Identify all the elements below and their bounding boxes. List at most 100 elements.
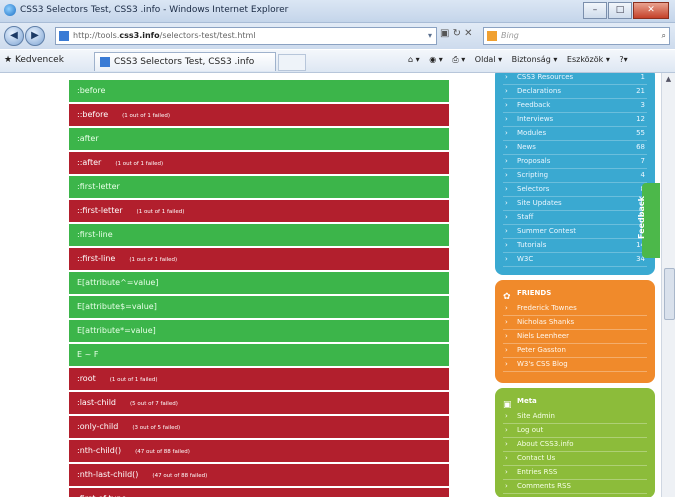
command-bar: ⌂ ▾ ◉ ▾ ⎙ ▾ Oldal ▾ Biztonság ▾ Eszközök… [408, 55, 635, 65]
category-label: Scripting [517, 171, 549, 179]
category-link[interactable]: W3C34 [503, 253, 647, 267]
categories-box: CSS3 Resources 1 Declarations 21 Feedback 3 In… [495, 73, 655, 275]
category-label: Proposals [517, 157, 551, 165]
favorites-button[interactable]: ★ Kedvencek [4, 55, 64, 65]
test-row: ::after (1 out of 1 failed) [69, 152, 449, 174]
url-path: /selectors-test/test.html [159, 31, 256, 40]
close-button[interactable]: ✕ [633, 2, 669, 19]
test-row: E ~ F [69, 344, 449, 366]
category-label: Feedback [517, 101, 551, 109]
test-row: :first-letter [69, 176, 449, 198]
site-favicon-icon [59, 31, 69, 41]
meta-link[interactable]: Site Admin [503, 410, 647, 424]
new-tab-button[interactable] [278, 54, 306, 71]
test-row: :only-child (3 out of 5 failed) [69, 416, 449, 438]
category-link[interactable]: Staff5 [503, 211, 647, 225]
category-label: Summer Contest [517, 227, 576, 235]
cmd-page[interactable]: Oldal ▾ [475, 55, 502, 64]
test-row: ::first-line (1 out of 1 failed) [69, 248, 449, 270]
friend-link[interactable]: Nicholas Shanks [503, 316, 647, 330]
meta-heading: ▣ Meta [503, 392, 647, 410]
selector-label: ::first-line [77, 254, 116, 263]
selector-label: ::after [77, 158, 102, 167]
category-link[interactable]: CSS3 Resources 1 [503, 73, 647, 85]
category-label: Site Updates [517, 199, 562, 207]
forward-button[interactable]: ▶ [25, 26, 45, 46]
category-link[interactable]: Summer Contest6 [503, 225, 647, 239]
help-icon[interactable]: ?▾ [619, 55, 627, 64]
failure-note: (1 out of 1 failed) [115, 161, 164, 167]
selector-test-list: :before::before (1 out of 1 failed):after… [69, 80, 449, 497]
category-count: 55 [636, 129, 645, 137]
failure-note: (1 out of 1 failed) [122, 113, 170, 119]
friend-link[interactable]: Niels Leenheer [503, 330, 647, 344]
category-link[interactable]: Tutorials14 [503, 239, 647, 253]
back-button[interactable]: ◀ [4, 26, 24, 46]
selector-label: :last-child [77, 398, 117, 407]
meta-link[interactable]: About CSS3.info [503, 438, 647, 452]
test-row: E[attribute*=value] [69, 320, 449, 342]
meta-link[interactable]: Entries RSS [503, 466, 647, 480]
category-link[interactable]: Declarations 21 [503, 85, 647, 99]
category-link[interactable]: Feedback 3 [503, 99, 647, 113]
maximize-button[interactable]: □ [608, 2, 632, 19]
home-icon[interactable]: ⌂ ▾ [408, 55, 420, 64]
window-title: CSS3 Selectors Test, CSS3 .info - Window… [20, 5, 289, 15]
category-link[interactable]: Interviews 12 [503, 113, 647, 127]
category-link[interactable]: Site Updates6 [503, 197, 647, 211]
favorites-bar: ★ Kedvencek CSS3 Selectors Test, CSS3 .i… [0, 50, 675, 73]
selector-label: :first-line [77, 230, 113, 239]
test-row: :last-child (5 out of 7 failed) [69, 392, 449, 414]
feeds-icon[interactable]: ◉ ▾ [429, 55, 443, 64]
failure-note: (1 out of 1 failed) [129, 257, 178, 263]
scroll-thumb[interactable] [664, 268, 675, 320]
category-link[interactable]: News 68 [503, 141, 647, 155]
meta-link[interactable]: Log out [503, 424, 647, 438]
meta-link[interactable]: Contact Us [503, 452, 647, 466]
category-label: Modules [517, 129, 547, 137]
selector-label: :nth-child() [77, 446, 122, 455]
friends-heading: ✿ FRIENDS [503, 284, 647, 302]
ie-logo-icon [4, 4, 16, 16]
url-host: css3.info [119, 31, 160, 40]
address-actions[interactable]: ▣ ↻ ✕ [440, 28, 473, 39]
search-icon[interactable]: ⌕ [662, 28, 666, 44]
print-icon[interactable]: ⎙ ▾ [452, 55, 465, 64]
meta-box: ▣Meta Site AdminLog outAbout CSS3.infoCo… [495, 388, 655, 497]
test-row: :first-of-type(7 out of 10 failed) [69, 488, 449, 497]
selector-label: ::before [77, 110, 109, 119]
selector-label: :nth-last-child() [77, 470, 139, 479]
test-row: :first-line [69, 224, 449, 246]
feedback-tab[interactable]: Feedback [637, 183, 660, 258]
cmd-tools[interactable]: Eszközök ▾ [567, 55, 610, 64]
vertical-scrollbar[interactable]: ▲ [661, 73, 675, 497]
friend-link[interactable]: Peter Gasston [503, 344, 647, 358]
category-link[interactable]: Selectors8 [503, 183, 647, 197]
test-row: :root (1 out of 1 failed) [69, 368, 449, 390]
bing-icon [487, 31, 497, 41]
failure-note: (3 out of 5 failed) [132, 425, 181, 431]
minimize-button[interactable]: – [583, 2, 607, 19]
scroll-up-icon[interactable]: ▲ [662, 73, 675, 86]
friend-link[interactable]: Frederick Townes [503, 302, 647, 316]
meta-link[interactable]: Comments RSS [503, 480, 647, 494]
test-row: :after [69, 128, 449, 150]
failure-note: (1 out of 1 failed) [109, 377, 158, 383]
feedback-label: Feedback [636, 196, 646, 239]
url-field[interactable]: http://tools.css3.info/selectors-test/te… [55, 27, 437, 45]
cmd-safety[interactable]: Biztonság ▾ [512, 55, 558, 64]
friend-link[interactable]: W3's CSS Blog [503, 358, 647, 372]
category-link[interactable]: Modules 55 [503, 127, 647, 141]
category-link[interactable]: Scripting 4 [503, 169, 647, 183]
url-dropdown-icon[interactable]: ▾ [428, 28, 432, 44]
selector-label: E[attribute*=value] [77, 326, 156, 335]
test-row: :nth-last-child() (47 out of 88 failed) [69, 464, 449, 486]
category-link[interactable]: Proposals 7 [503, 155, 647, 169]
search-placeholder: Bing [501, 31, 519, 40]
category-count: 68 [636, 143, 645, 151]
tab-favicon-icon [100, 57, 110, 67]
tab-current[interactable]: CSS3 Selectors Test, CSS3 .info [94, 52, 276, 71]
category-count: 21 [636, 87, 645, 95]
meta-title: Meta [517, 397, 537, 405]
search-input[interactable]: Bing ⌕ [483, 27, 670, 45]
